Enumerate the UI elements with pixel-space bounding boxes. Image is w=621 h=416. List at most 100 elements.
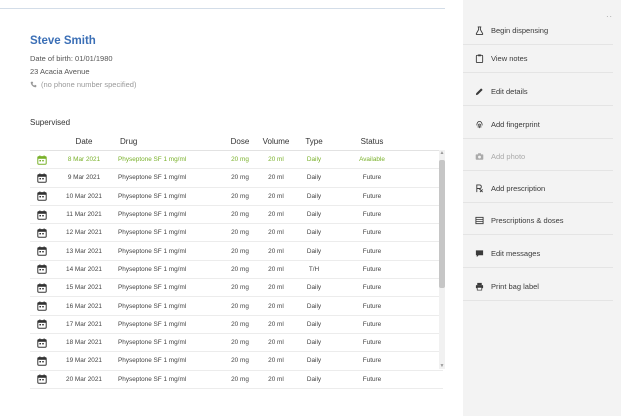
- row-drug: Physeptone SF 1 mg/ml: [118, 302, 187, 310]
- action-label: Add photo: [491, 152, 526, 161]
- row-type: Daily: [306, 302, 322, 310]
- message-icon: [475, 250, 484, 258]
- add-fingerprint-button[interactable]: Add fingerprint: [463, 111, 613, 139]
- row-type: Daily: [306, 229, 322, 237]
- row-status: Future: [362, 284, 382, 292]
- row-date: 9 Mar 2021: [67, 174, 101, 182]
- edit-details-button[interactable]: Edit details: [463, 78, 613, 106]
- row-type: Daily: [306, 174, 322, 182]
- row-volume: 20 ml: [268, 339, 284, 347]
- list-icon: [475, 216, 484, 225]
- table-row[interactable]: 12 Mar 2021 Physeptone SF 1 mg/ml 20 mg 20 …: [30, 224, 443, 243]
- row-type: Daily: [306, 156, 322, 164]
- begin-dispensing-button[interactable]: Begin dispensing: [463, 17, 613, 45]
- table-scrollbar[interactable]: ▲ ▼: [439, 150, 445, 369]
- row-status: Available: [359, 156, 385, 164]
- action-label: Prescriptions & doses: [491, 216, 564, 225]
- table-row[interactable]: 13 Mar 2021 Physeptone SF 1 mg/ml 20 mg 20 …: [30, 242, 443, 261]
- add-prescription-button[interactable]: Add prescription: [463, 175, 613, 203]
- camera-icon: [475, 153, 484, 160]
- row-drug: Physeptone SF 1 mg/ml: [118, 247, 187, 255]
- action-label: Add prescription: [491, 184, 546, 193]
- calendar-icon: [30, 283, 54, 293]
- row-status: Future: [362, 192, 382, 200]
- patient-phone: (no phone number specified): [41, 80, 137, 89]
- row-status: Future: [362, 211, 382, 219]
- row-date: 11 Mar 2021: [66, 211, 102, 219]
- header-date: Date: [75, 137, 93, 146]
- row-date: 17 Mar 2021: [66, 320, 102, 328]
- table-row[interactable]: 10 Mar 2021 Physeptone SF 1 mg/ml 20 mg 20 …: [30, 188, 443, 206]
- row-date: 19 Mar 2021: [66, 357, 102, 365]
- table-row[interactable]: 17 Mar 2021 Physeptone SF 1 mg/ml 20 mg 20 …: [30, 316, 443, 334]
- row-dose: 20 mg: [231, 339, 249, 347]
- row-date: 8 Mar 2021: [67, 156, 101, 164]
- patient-address: 23 Acacia Avenue: [30, 67, 90, 76]
- row-status: Future: [362, 247, 382, 255]
- row-type: Daily: [306, 320, 322, 328]
- row-status: Future: [362, 229, 382, 237]
- header-type: Type: [305, 137, 323, 146]
- table-row[interactable]: 8 Mar 2021 Physeptone SF 1 mg/ml 20 mg 20 m…: [30, 151, 443, 170]
- row-type: Daily: [306, 192, 322, 200]
- row-volume: 20 ml: [268, 375, 284, 383]
- scroll-thumb[interactable]: [439, 160, 445, 288]
- fingerprint-icon: [476, 120, 483, 129]
- prescriptions-and-doses-button[interactable]: Prescriptions & doses: [463, 207, 613, 235]
- table-row[interactable]: 19 Mar 2021 Physeptone SF 1 mg/ml 20 mg 20 …: [30, 352, 443, 371]
- calendar-icon: [30, 246, 54, 256]
- pencil-icon: [475, 88, 483, 96]
- row-drug: Physeptone SF 1 mg/ml: [118, 211, 187, 219]
- row-volume: 20 ml: [268, 229, 284, 237]
- row-drug: Physeptone SF 1 mg/ml: [118, 375, 187, 383]
- scroll-up-arrow-icon[interactable]: ▲: [439, 150, 445, 156]
- edit-messages-button[interactable]: Edit messages: [463, 240, 613, 268]
- row-dose: 20 mg: [231, 247, 249, 255]
- calendar-icon: [30, 173, 54, 183]
- row-date: 10 Mar 2021: [66, 192, 102, 200]
- row-status: Future: [362, 320, 382, 328]
- action-label: Edit details: [491, 87, 528, 96]
- row-dose: 20 mg: [231, 302, 249, 310]
- top-divider: [0, 8, 445, 9]
- row-type: Daily: [306, 357, 322, 365]
- scroll-down-arrow-icon[interactable]: ▼: [439, 363, 445, 369]
- calendar-icon: [30, 209, 54, 220]
- table-header: Date Drug Dose Volume Type Status: [30, 133, 443, 151]
- row-date: 13 Mar 2021: [66, 247, 102, 255]
- table-row[interactable]: 14 Mar 2021 Physeptone SF 1 mg/ml 20 mg 20 …: [30, 261, 443, 280]
- calendar-icon: [30, 338, 54, 348]
- row-status: Future: [362, 174, 382, 182]
- header-volume: Volume: [262, 137, 290, 146]
- row-drug: Physeptone SF 1 mg/ml: [118, 284, 187, 292]
- row-volume: 20 ml: [268, 192, 284, 200]
- row-date: 15 Mar 2021: [66, 284, 102, 292]
- phone-icon: [30, 81, 37, 88]
- view-notes-button[interactable]: View notes: [463, 45, 613, 73]
- table-row[interactable]: 9 Mar 2021 Physeptone SF 1 mg/ml 20 mg 20 m…: [30, 169, 443, 188]
- action-label: Add fingerprint: [491, 120, 540, 129]
- print-bag-label-button[interactable]: Print bag label: [463, 273, 613, 301]
- action-panel: × Begin dispensingView notesEdit details…: [463, 0, 621, 416]
- calendar-icon: [30, 356, 54, 366]
- row-drug: Physeptone SF 1 mg/ml: [118, 320, 187, 328]
- table-row[interactable]: 20 Mar 2021 Physeptone SF 1 mg/ml 20 mg 20 …: [30, 371, 443, 389]
- action-label: View notes: [491, 54, 528, 63]
- row-drug: Physeptone SF 1 mg/ml: [118, 339, 187, 347]
- row-volume: 20 ml: [268, 247, 284, 255]
- patient-info: Steve Smith Date of birth: 01/01/1980 23…: [30, 35, 440, 91]
- action-label: Begin dispensing: [491, 26, 549, 35]
- row-dose: 20 mg: [231, 375, 249, 383]
- row-volume: 20 ml: [268, 174, 284, 182]
- table-row[interactable]: 15 Mar 2021 Physeptone SF 1 mg/ml 20 mg 20 …: [30, 279, 443, 298]
- clipboard-icon: [475, 54, 484, 63]
- row-volume: 20 ml: [268, 357, 284, 365]
- row-type: Daily: [306, 284, 322, 292]
- table-row[interactable]: 18 Mar 2021 Physeptone SF 1 mg/ml 20 mg 20 …: [30, 334, 443, 353]
- patient-phone-row: (no phone number specified): [30, 78, 440, 91]
- table-row[interactable]: 11 Mar 2021 Physeptone SF 1 mg/ml 20 mg 20 …: [30, 206, 443, 225]
- row-dose: 20 mg: [231, 229, 249, 237]
- section-title-supervised: Supervised: [30, 118, 71, 127]
- table-row[interactable]: 16 Mar 2021 Physeptone SF 1 mg/ml 20 mg 20 …: [30, 297, 443, 316]
- calendar-icon: [30, 374, 54, 384]
